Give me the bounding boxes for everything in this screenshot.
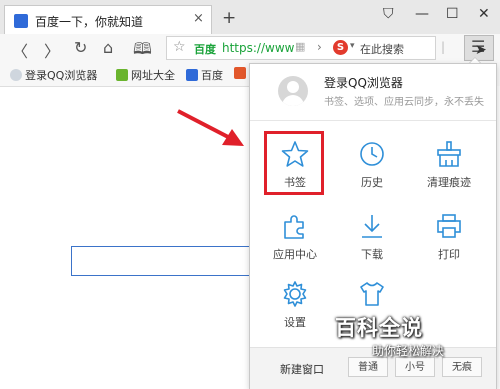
download-icon [362,215,382,238]
forward-button[interactable]: 〉 [44,38,60,62]
baidu-search-input[interactable] [71,246,251,276]
site-icon [234,67,246,79]
tab-title: 百度一下，你就知道 [35,15,144,29]
reader-icon[interactable]: 🕮 [133,38,152,65]
menu-item-label: 历史 [361,176,383,189]
search-engine-icon[interactable]: S [333,40,348,55]
menu-item-downloads[interactable]: 下载 [341,204,403,270]
divider [250,120,496,121]
site-badge: 百度 [194,43,216,56]
url-text[interactable]: https://www [222,41,294,55]
menu-item-label: 打印 [438,248,460,261]
puzzle-icon [284,215,304,239]
gear-icon [283,281,307,307]
shirt-icon [360,282,384,306]
printer-icon [437,214,461,238]
login-subtitle: 书签、选项、应用云同步，永不丢失 [324,97,484,108]
menu-item-label: 应用中心 [273,248,317,261]
chevron-right-icon[interactable]: › [317,40,322,54]
tab-close-icon[interactable]: × [193,11,204,26]
bookmark-hao123[interactable]: 网址大全 [116,67,175,83]
menu-item-clear-traces[interactable]: 清理痕迹 [418,132,480,198]
menu-item-app-center[interactable]: 应用中心 [264,204,326,270]
separator-icon: | [441,40,446,54]
skin-icon[interactable]: ⛉ [383,6,394,22]
broom-icon [437,141,461,167]
bookmark-highlight-box [264,131,324,195]
user-icon [10,69,22,81]
login-title[interactable]: 登录QQ浏览器 [324,74,403,91]
avatar[interactable] [278,76,308,106]
zoom-small-button[interactable]: 小号 [395,357,435,377]
tab-baidu[interactable]: 百度一下，你就知道 × [4,5,212,35]
incognito-button[interactable]: 无痕 [442,357,482,377]
qr-icon[interactable]: ▦ [295,40,305,53]
menu-item-history[interactable]: 历史 [341,132,403,198]
menu-item-print[interactable]: 打印 [418,204,480,270]
home-button[interactable]: ⌂ [103,38,113,57]
hao123-icon [116,69,128,81]
mouse-cursor-icon: ➤ [475,42,487,58]
bookmark-baidu[interactable]: 百度 [186,67,223,83]
bookmark-login[interactable]: 登录QQ浏览器 [10,67,97,83]
menu-item-label: 清理痕迹 [427,176,471,189]
new-tab-button[interactable]: + [222,8,236,28]
back-button[interactable]: 〈 [12,38,28,62]
red-arrow-annotation [177,109,244,146]
bookmark-star-icon[interactable]: ☆ [173,39,186,55]
new-window-button[interactable]: 新建窗口 [280,361,324,377]
close-window-button[interactable]: ✕ [478,6,490,22]
baidu-favicon-icon [14,14,28,28]
zoom-normal-button[interactable]: 普通 [348,357,388,377]
chevron-down-icon[interactable]: ▾ [350,41,355,51]
maximize-button[interactable]: ☐ [446,6,459,22]
watermark-subtitle: 助你轻松解决 [372,344,445,358]
minimize-button[interactable]: — [415,6,429,22]
menu-item-label: 下载 [361,248,383,261]
reload-button[interactable]: ↻ [74,38,87,57]
navigation-bar: 〈 〉 ↻ ⌂ 🕮 ☆ 百度 https://www ▦ › S ▾ 在此搜索 … [0,34,500,65]
clock-icon [360,142,384,166]
address-bar[interactable]: ☆ 百度 https://www ▦ › S ▾ 在此搜索 [166,36,436,60]
bookmark-other[interactable] [234,67,249,80]
baidu-paw-icon [186,69,198,81]
tab-strip: 百度一下，你就知道 × + ⛉ — ☐ ✕ [0,0,500,35]
menu-item-settings[interactable]: 设置 [264,272,326,338]
search-input[interactable]: 在此搜索 [360,41,404,57]
menu-item-label: 设置 [284,316,306,329]
watermark-title: 百科全说 [335,316,423,340]
